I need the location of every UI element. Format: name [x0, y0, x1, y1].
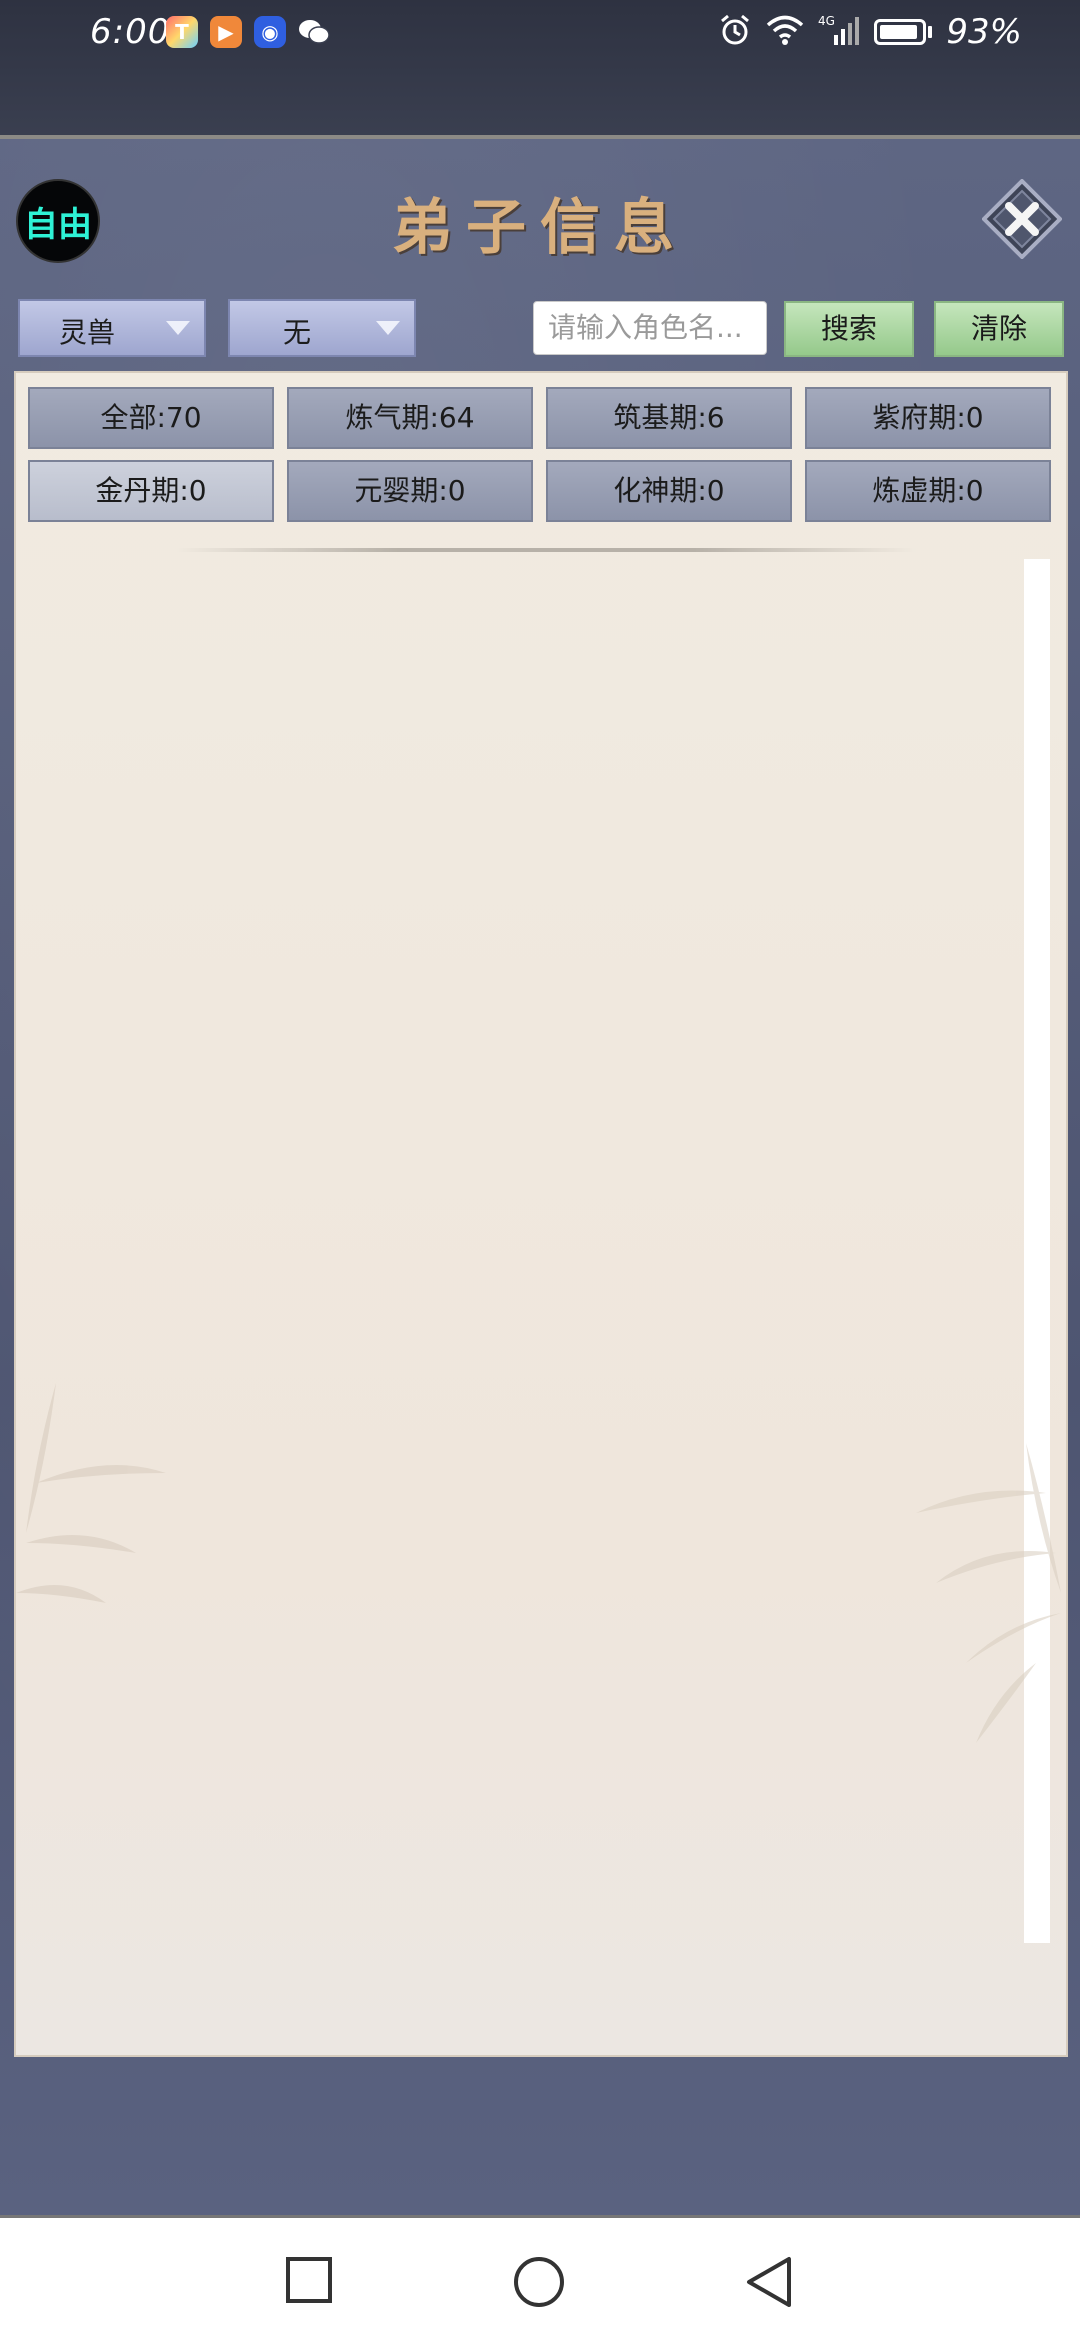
- bamboo-decoration-right: [916, 1443, 1061, 1743]
- signal-4g-icon: 4G: [818, 13, 860, 51]
- alarm-icon: [718, 13, 752, 51]
- recent-apps-icon: [286, 2257, 332, 2303]
- tab-golden-core[interactable]: 金丹期:0: [28, 460, 274, 522]
- status-time: 6:00: [90, 12, 171, 52]
- divider: [176, 548, 916, 552]
- subtype-dropdown-value: 无: [282, 316, 311, 349]
- back-button[interactable]: [745, 2256, 793, 2312]
- type-dropdown[interactable]: 灵兽: [18, 299, 206, 357]
- home-button[interactable]: [513, 2256, 565, 2312]
- bulb-icon: ◉: [254, 16, 286, 48]
- clear-button[interactable]: 清除: [934, 301, 1064, 357]
- video-icon: ▶: [210, 16, 242, 48]
- chevron-down-icon: [166, 321, 190, 335]
- battery-fill: [880, 25, 918, 39]
- search-button[interactable]: 搜索: [784, 301, 914, 357]
- tab-qi-refining[interactable]: 炼气期:64: [287, 387, 533, 449]
- status-bar: 6:00 T ▶ ◉ 4G 93%: [0, 0, 1080, 135]
- home-icon: [514, 2257, 564, 2307]
- tab-void-refining[interactable]: 炼虚期:0: [805, 460, 1051, 522]
- close-icon: [981, 178, 1063, 260]
- search-input[interactable]: 请输入角色名...: [533, 301, 767, 355]
- toutiao-icon: T: [166, 16, 198, 48]
- status-indicators: 4G 93%: [718, 12, 1022, 52]
- bamboo-decoration-left: [16, 1383, 166, 1603]
- system-navigation-bar: [0, 2215, 1080, 2340]
- battery-frame: [874, 19, 927, 45]
- wechat-icon: [298, 16, 330, 48]
- disciple-info-window: 自由 弟子信息 灵兽 无 请输入角色名... 搜索 清除 全部:70 炼气期:6…: [0, 135, 1080, 2219]
- tab-nascent-soul[interactable]: 元婴期:0: [287, 460, 533, 522]
- back-icon: [747, 2257, 791, 2307]
- recent-apps-button[interactable]: [285, 2256, 333, 2308]
- type-dropdown-value: 灵兽: [58, 316, 115, 349]
- page-title: 弟子信息: [392, 193, 688, 263]
- status-app-icons: T ▶ ◉: [166, 16, 330, 48]
- svg-text:4G: 4G: [818, 14, 835, 28]
- battery-icon: [874, 19, 933, 45]
- tab-foundation[interactable]: 筑基期:6: [546, 387, 792, 449]
- tab-purple-mansion[interactable]: 紫府期:0: [805, 387, 1051, 449]
- close-button[interactable]: [981, 178, 1063, 260]
- wifi-icon: [766, 14, 804, 50]
- tab-all[interactable]: 全部:70: [28, 387, 274, 449]
- disciple-list-panel: 全部:70 炼气期:64 筑基期:6 紫府期:0 金丹期:0 元婴期:0 化神期…: [14, 371, 1068, 2057]
- chevron-down-icon: [376, 321, 400, 335]
- subtype-dropdown[interactable]: 无: [228, 299, 416, 357]
- battery-tip: [928, 26, 933, 38]
- battery-percentage: 93%: [946, 12, 1022, 52]
- tab-spirit-transformation[interactable]: 化神期:0: [546, 460, 792, 522]
